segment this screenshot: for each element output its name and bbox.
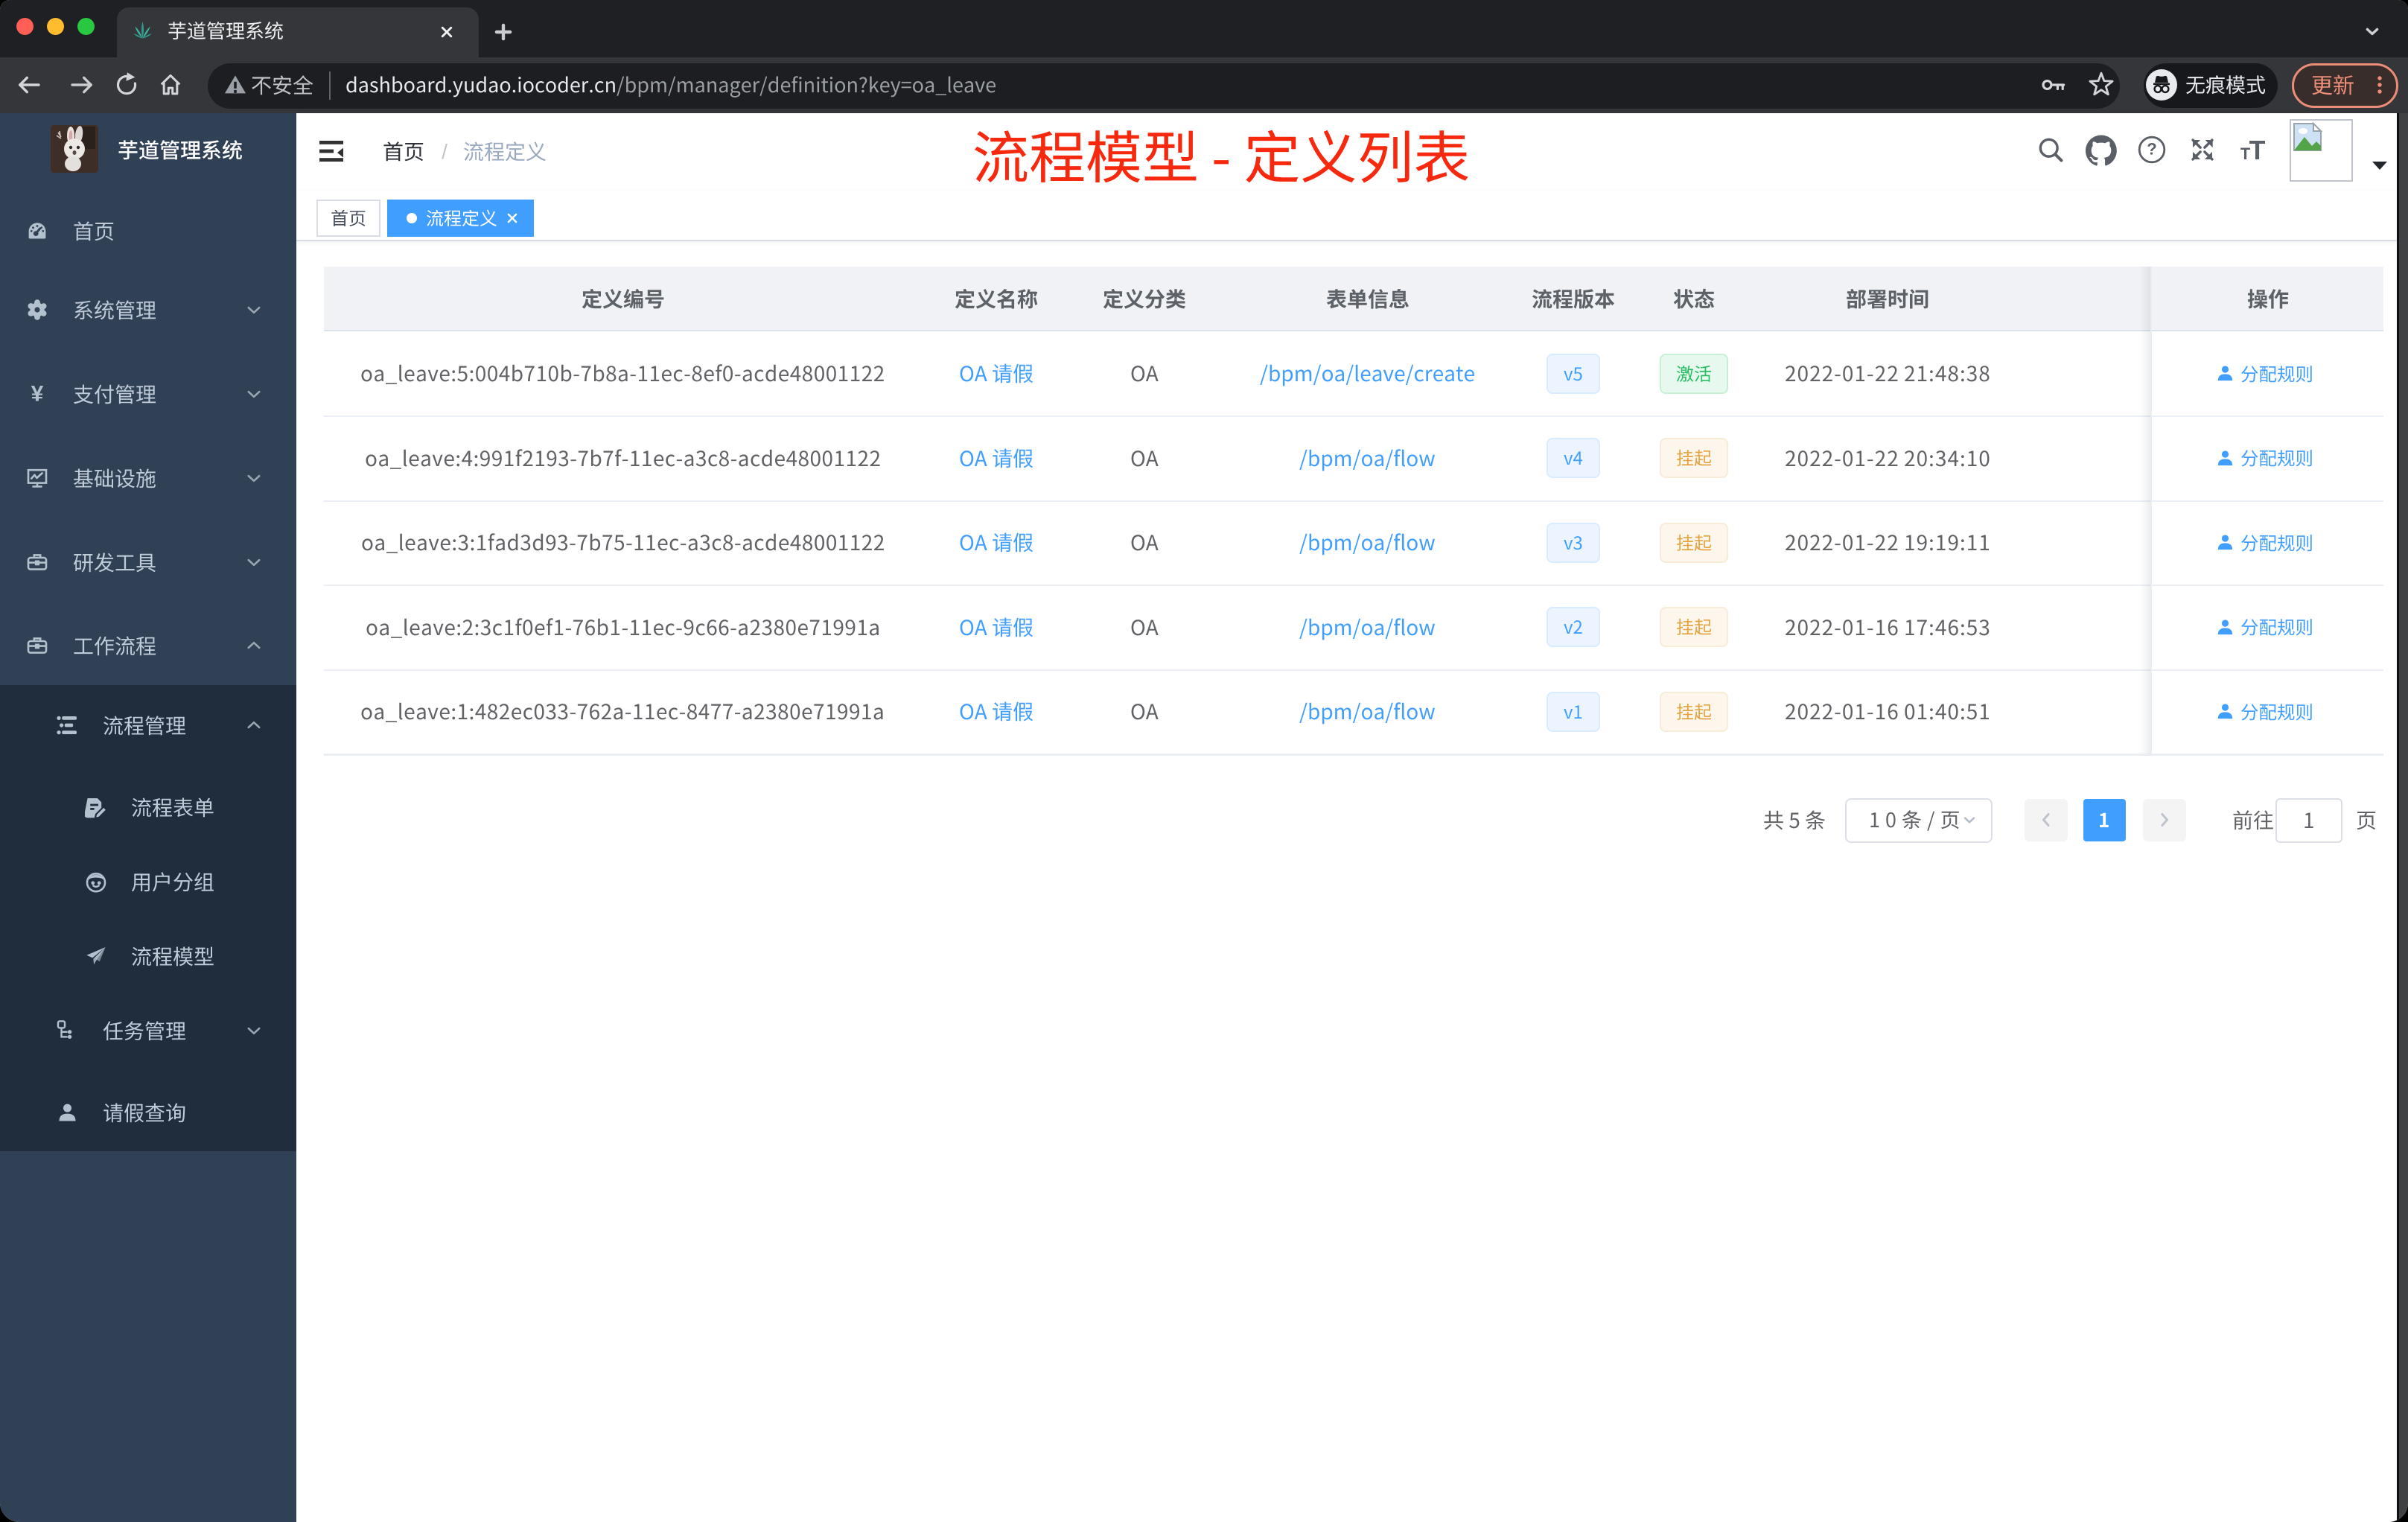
svg-text:¥: ¥ — [31, 383, 44, 405]
svg-text:?: ? — [2147, 139, 2156, 158]
svg-text:T: T — [2249, 136, 2266, 165]
